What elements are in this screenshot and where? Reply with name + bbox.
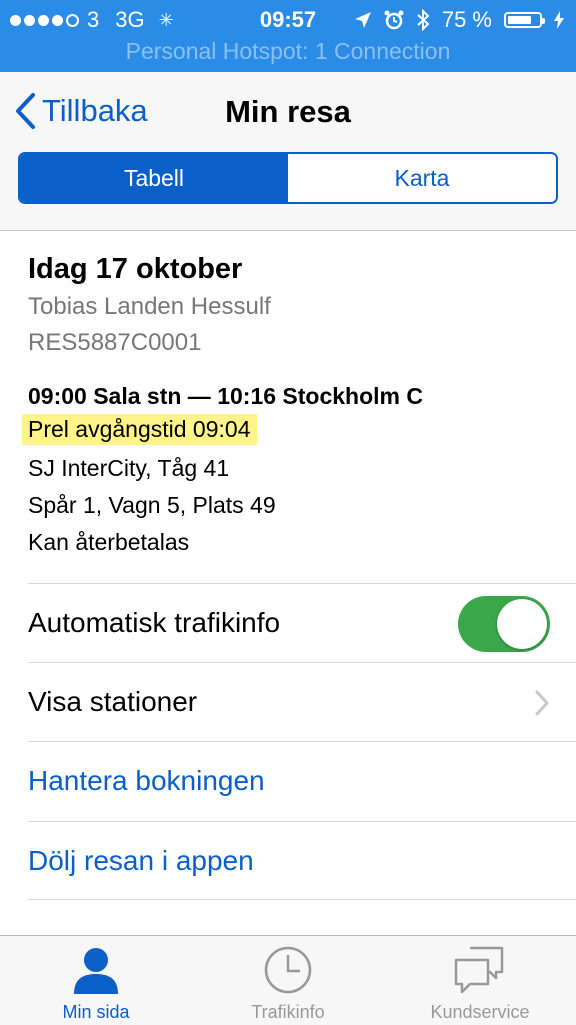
tab-label: Trafikinfo — [251, 1002, 325, 1022]
tab-label: Min sida — [62, 1002, 130, 1022]
person-icon — [74, 948, 118, 994]
clock-icon — [264, 946, 312, 994]
chevron-right-icon — [535, 690, 549, 716]
auto-traffic-label: Automatisk trafikinfo — [28, 607, 281, 638]
tab-min-sida[interactable]: Min sida — [0, 936, 192, 1025]
battery-percent: 75 % — [441, 7, 492, 32]
bluetooth-icon — [417, 9, 430, 31]
show-stations-row[interactable]: Visa stationer — [28, 662, 576, 741]
hotspot-banner[interactable]: Personal Hotspot: 1 Connection — [0, 38, 576, 65]
chat-bubbles-icon — [454, 946, 504, 994]
manage-booking-row[interactable]: Hantera bokningen — [28, 741, 576, 820]
auto-traffic-toggle[interactable] — [458, 596, 550, 652]
battery-icon — [504, 12, 545, 28]
auto-traffic-row: Automatisk trafikinfo — [28, 583, 576, 662]
tab-bar: Min sida Trafikinfo Kundservice — [0, 935, 576, 1025]
page-title: Min resa — [225, 94, 351, 129]
train-info: SJ InterCity, Tåg 41 — [28, 455, 230, 481]
seat-info: Spår 1, Vagn 5, Plats 49 — [28, 492, 276, 518]
tab-label: Kundservice — [430, 1002, 530, 1022]
tab-trafikinfo[interactable]: Trafikinfo — [192, 936, 384, 1025]
show-stations-label: Visa stationer — [28, 686, 198, 717]
preliminary-departure-notice: Prel avgångstid 09:04 — [22, 414, 257, 445]
trip-date: Idag 17 oktober — [28, 253, 243, 285]
navigation-bar: Tillbaka Min resa Tabell Karta — [0, 72, 576, 231]
status-bar: 3 3G ✳ 09:57 75 % Personal Hotspot: 1 Co… — [0, 0, 576, 72]
location-arrow-icon — [354, 12, 371, 28]
segment-tabell[interactable]: Tabell — [20, 154, 288, 202]
trip-route: 09:00 Sala stn — 10:16 Stockholm C — [28, 383, 423, 409]
booking-reference: RES5887C0001 — [28, 329, 202, 356]
hide-trip-link[interactable]: Dölj resan i appen — [28, 845, 254, 877]
hide-trip-row[interactable]: Dölj resan i appen — [28, 821, 576, 900]
charging-bolt-icon — [554, 11, 564, 29]
traveler-name: Tobias Landen Hessulf — [28, 293, 271, 320]
alarm-clock-icon — [384, 10, 404, 30]
refund-status: Kan återbetalas — [28, 529, 190, 555]
segment-karta[interactable]: Karta — [288, 154, 556, 202]
tab-kundservice[interactable]: Kundservice — [384, 936, 576, 1025]
manage-booking-link[interactable]: Hantera bokningen — [28, 765, 265, 797]
view-segmented-control: Tabell Karta — [18, 152, 558, 204]
